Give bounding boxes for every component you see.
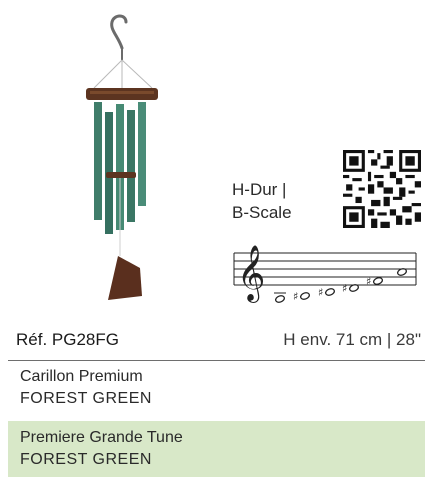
scale-label: H-Dur | B-Scale [232,178,292,224]
product-reference: Réf. PG28FG [16,330,119,349]
note-2 [299,292,311,300]
sharp-icon: ♯ [342,282,347,295]
qr-code[interactable] [343,150,421,228]
divider [8,360,425,361]
product-name-block: Carillon Premium FOREST GREEN [8,366,425,418]
tune-name: Premiere Grande Tune [20,429,183,446]
treble-clef-icon: 𝄞 [237,245,265,303]
sharp-icon: ♯ [293,290,298,303]
tune-block[interactable]: Premiere Grande Tune FOREST GREEN [8,421,425,477]
product-color: FOREST GREEN [20,390,152,407]
scale-label-line1: H-Dur | [232,180,287,199]
sharp-icon: ♯ [366,275,371,288]
note-3 [324,288,336,296]
wind-chime-image [86,14,158,300]
note-1 [274,295,286,303]
tune-color: FOREST GREEN [20,451,152,468]
reference-row: Réf. PG28FG H env. 71 cm | 28" [0,326,425,356]
music-staff: 𝄞 ♯ ♯ ♯ ♯ [233,245,417,303]
product-name: Carillon Premium [20,368,143,385]
note-5 [372,277,384,285]
scale-label-line2: B-Scale [232,203,292,222]
sharp-icon: ♯ [318,286,323,299]
product-size: H env. 71 cm | 28" [283,330,421,349]
